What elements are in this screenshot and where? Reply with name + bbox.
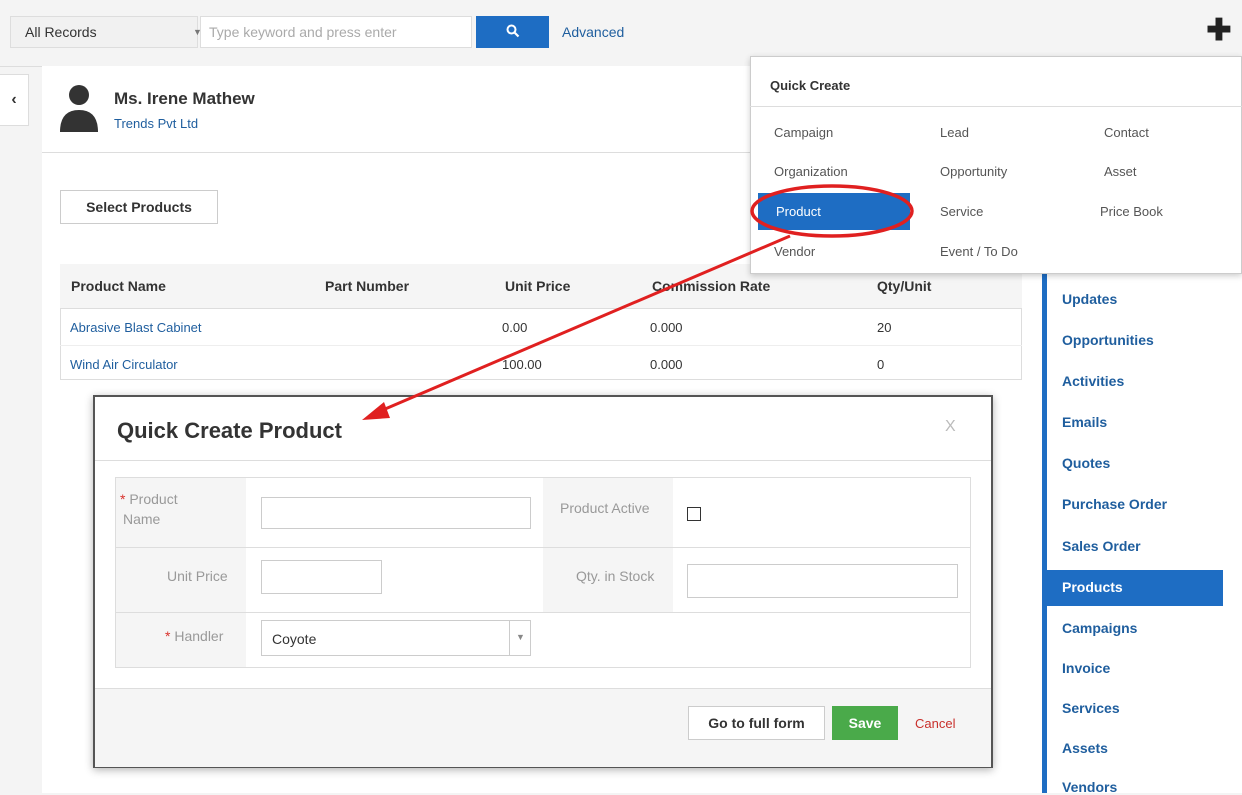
plus-icon[interactable]: ✚ — [1206, 16, 1232, 48]
quick-create-opportunity[interactable]: Opportunity — [940, 164, 1007, 179]
column-header-qty-unit: Qty/Unit — [877, 278, 932, 294]
advanced-search-link[interactable]: Advanced — [562, 24, 624, 40]
sidebar-item-services[interactable]: Services — [1062, 700, 1120, 716]
sidebar-item-quotes[interactable]: Quotes — [1062, 455, 1110, 471]
sidebar-item-purchase-order[interactable]: Purchase Order — [1062, 496, 1167, 512]
quick-create-campaign[interactable]: Campaign — [774, 125, 833, 140]
record-filter-select[interactable]: All Records ▼ — [10, 16, 202, 48]
unit-price-label: Unit Price — [167, 568, 228, 584]
sidebar-item-opportunities[interactable]: Opportunities — [1062, 332, 1154, 348]
sidebar-item-campaigns[interactable]: Campaigns — [1062, 620, 1137, 636]
sidebar-item-products[interactable]: Products — [1062, 579, 1123, 595]
modal-title: Quick Create Product — [117, 418, 342, 443]
quick-create-event-todo[interactable]: Event / To Do — [940, 244, 1018, 259]
highlight-ellipse-annotation — [750, 184, 914, 238]
handler-label: * Handler — [165, 628, 223, 644]
select-products-button[interactable]: Select Products — [60, 190, 218, 224]
menu-divider — [750, 106, 1242, 107]
commission-rate-cell: 0.000 — [650, 320, 683, 335]
qty-unit-cell: 0 — [877, 357, 885, 372]
sidebar-item-activities[interactable]: Activities — [1062, 373, 1124, 389]
quick-create-price-book[interactable]: Price Book — [1100, 204, 1163, 219]
sidebar-item-invoice[interactable]: Invoice — [1062, 660, 1110, 676]
product-active-checkbox[interactable] — [687, 507, 701, 521]
sidebar-item-emails[interactable]: Emails — [1062, 414, 1107, 430]
required-marker: * — [120, 491, 126, 507]
cancel-link[interactable]: Cancel — [915, 716, 955, 731]
chevron-left-icon[interactable]: ‹ — [0, 74, 29, 126]
organization-link[interactable]: Trends Pvt Ltd — [114, 116, 198, 131]
product-name-link[interactable]: Wind Air Circulator — [70, 357, 178, 372]
quick-create-lead[interactable]: Lead — [940, 125, 969, 140]
row-divider — [60, 345, 1022, 346]
unit-price-input[interactable] — [261, 560, 382, 594]
sidebar-item-assets[interactable]: Assets — [1062, 740, 1108, 756]
modal-header-divider — [95, 460, 991, 461]
product-name-label-line1: Product — [129, 491, 178, 507]
column-header-part-number: Part Number — [325, 278, 410, 294]
go-to-full-form-button[interactable]: Go to full form — [688, 706, 825, 740]
commission-rate-cell: 0.000 — [650, 357, 683, 372]
product-active-label: Product Active — [560, 500, 650, 516]
column-header-product-name: Product Name — [71, 278, 166, 294]
qty-in-stock-input[interactable] — [687, 564, 958, 598]
sidebar-accent-bar — [1042, 274, 1047, 793]
search-icon — [506, 24, 519, 37]
column-header-commission-rate: Commission Rate — [652, 278, 771, 294]
product-name-label: * Product Name — [120, 489, 200, 529]
quick-create-vendor[interactable]: Vendor — [774, 244, 815, 259]
product-name-input[interactable] — [261, 497, 531, 529]
column-header-unit-price: Unit Price — [505, 278, 571, 294]
quick-create-organization[interactable]: Organization — [774, 164, 848, 179]
quick-create-service[interactable]: Service — [940, 204, 983, 219]
quick-create-asset[interactable]: Asset — [1104, 164, 1137, 179]
unit-price-cell: 100.00 — [502, 357, 542, 372]
person-icon — [60, 85, 98, 132]
close-icon[interactable]: X — [945, 418, 956, 436]
product-name-label-line2: Name — [123, 511, 161, 527]
product-name-link[interactable]: Abrasive Blast Cabinet — [70, 320, 202, 335]
handler-label-text: Handler — [174, 628, 224, 644]
search-button[interactable] — [476, 16, 549, 48]
quick-create-title: Quick Create — [770, 78, 851, 93]
required-marker: * — [165, 628, 171, 644]
qty-unit-cell: 20 — [877, 320, 892, 335]
sidebar-item-updates[interactable]: Updates — [1062, 291, 1117, 307]
quick-create-contact[interactable]: Contact — [1104, 125, 1149, 140]
search-input[interactable] — [200, 16, 472, 48]
form-row-divider — [116, 612, 970, 613]
sidebar-item-sales-order[interactable]: Sales Order — [1062, 538, 1141, 554]
handler-select-value: Coyote — [272, 631, 317, 647]
unit-price-cell: 0.00 — [502, 320, 528, 335]
record-filter-value: All Records — [25, 24, 97, 40]
qty-in-stock-label: Qty. in Stock — [576, 568, 655, 584]
save-button[interactable]: Save — [832, 706, 898, 740]
form-row-divider — [116, 547, 970, 548]
contact-name: Ms. Irene Mathew — [114, 89, 255, 108]
caret-down-icon: ▼ — [509, 620, 531, 656]
